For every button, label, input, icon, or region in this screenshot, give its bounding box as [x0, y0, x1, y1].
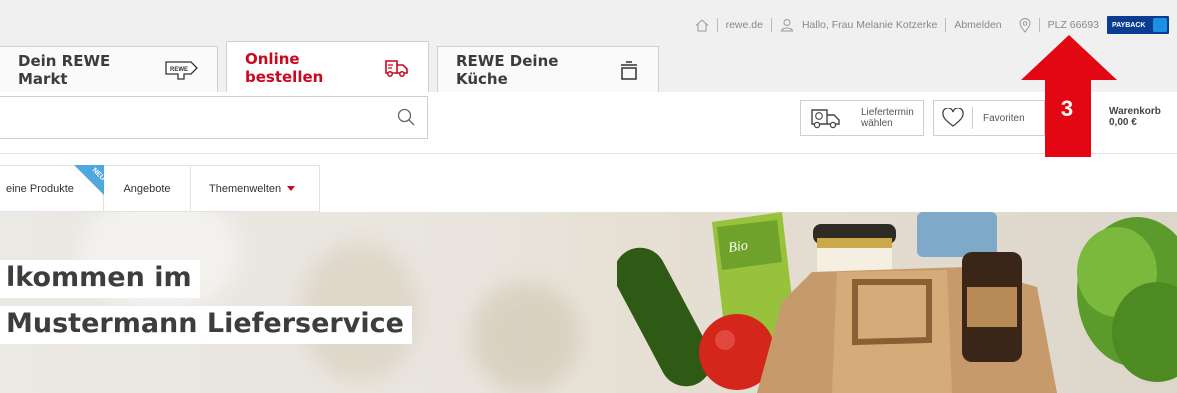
cooking-pot-icon: [618, 59, 640, 81]
delivery-slot-button[interactable]: Liefertermin wählen: [800, 100, 924, 136]
delivery-slot-label: Liefertermin wählen: [851, 107, 924, 129]
rewe-home-link[interactable]: rewe.de: [726, 19, 763, 31]
annotation-number: 3: [1060, 96, 1074, 121]
tab-dein-rewe-markt[interactable]: Dein REWE Markt REWE: [0, 46, 218, 93]
logout-link[interactable]: Abmelden: [954, 19, 1001, 31]
svg-text:REWE: REWE: [170, 67, 188, 73]
nav-item-label: Themenwelten: [209, 182, 282, 195]
tab-label: Online bestellen: [245, 49, 324, 86]
utility-nav: rewe.de Hallo, Frau Melanie Kotzerke Abm…: [695, 16, 1169, 34]
divider: [716, 18, 718, 32]
divider: [770, 18, 772, 32]
svg-text:Bio: Bio: [727, 238, 748, 256]
delivery-line1: Liefertermin: [861, 107, 914, 118]
nav-item-label: eine Produkte: [6, 182, 74, 195]
home-icon[interactable]: [695, 18, 709, 32]
divider: [945, 18, 947, 32]
search-input[interactable]: [0, 97, 380, 138]
hero-title-line1: lkommen im: [0, 260, 200, 298]
location-pin-icon[interactable]: [1019, 17, 1031, 33]
search-box: [0, 96, 428, 139]
rewe-logo-icon: REWE: [165, 60, 199, 80]
nav-item-themenwelten[interactable]: Themenwelten: [191, 166, 319, 211]
nav-item-angebote[interactable]: Angebote: [104, 166, 191, 211]
divider: [1038, 18, 1040, 32]
user-icon: [780, 18, 794, 32]
main-tabs: Dein REWE Markt REWE Online bestellen RE…: [0, 41, 667, 93]
delivery-line2: wählen: [861, 118, 893, 129]
heart-icon: [934, 101, 972, 135]
new-badge-label: NEU: [90, 166, 104, 183]
new-badge: NEU: [74, 165, 104, 195]
category-nav: eine Produkte NEU Angebote Themenwelten: [0, 165, 320, 212]
divider: [1010, 18, 1011, 32]
delivery-truck-icon: [801, 101, 851, 135]
search-icon[interactable]: [397, 108, 415, 130]
tab-rewe-deine-kueche[interactable]: REWE Deine Küche: [437, 46, 659, 93]
payback-dots-icon: [1153, 18, 1167, 32]
nav-item-produkte[interactable]: eine Produkte NEU: [0, 165, 104, 211]
payback-label: PAYBACK: [1112, 21, 1146, 29]
top-bar: rewe.de Hallo, Frau Melanie Kotzerke Abm…: [0, 0, 1177, 93]
search-row: Liefertermin wählen Favoriten Warenkorb …: [0, 92, 1177, 154]
tab-label: Dein REWE Markt: [18, 52, 111, 88]
payback-button[interactable]: PAYBACK: [1107, 16, 1169, 34]
greeting-text[interactable]: Hallo, Frau Melanie Kotzerke: [802, 19, 937, 31]
hero-title-line2: Mustermann Lieferservice: [0, 306, 412, 344]
groceries-bag-image: Bio: [617, 212, 1177, 393]
tab-online-bestellen[interactable]: Online bestellen: [226, 41, 429, 93]
hero-banner: Bio lkommen im Mustermann Lieferservice: [0, 212, 1177, 393]
plz-link[interactable]: PLZ 66693: [1048, 19, 1099, 31]
delivery-truck-icon: [384, 58, 410, 78]
tab-label: REWE Deine Küche: [456, 52, 559, 88]
nav-item-label: Angebote: [123, 182, 171, 195]
chevron-down-icon: [287, 186, 296, 191]
